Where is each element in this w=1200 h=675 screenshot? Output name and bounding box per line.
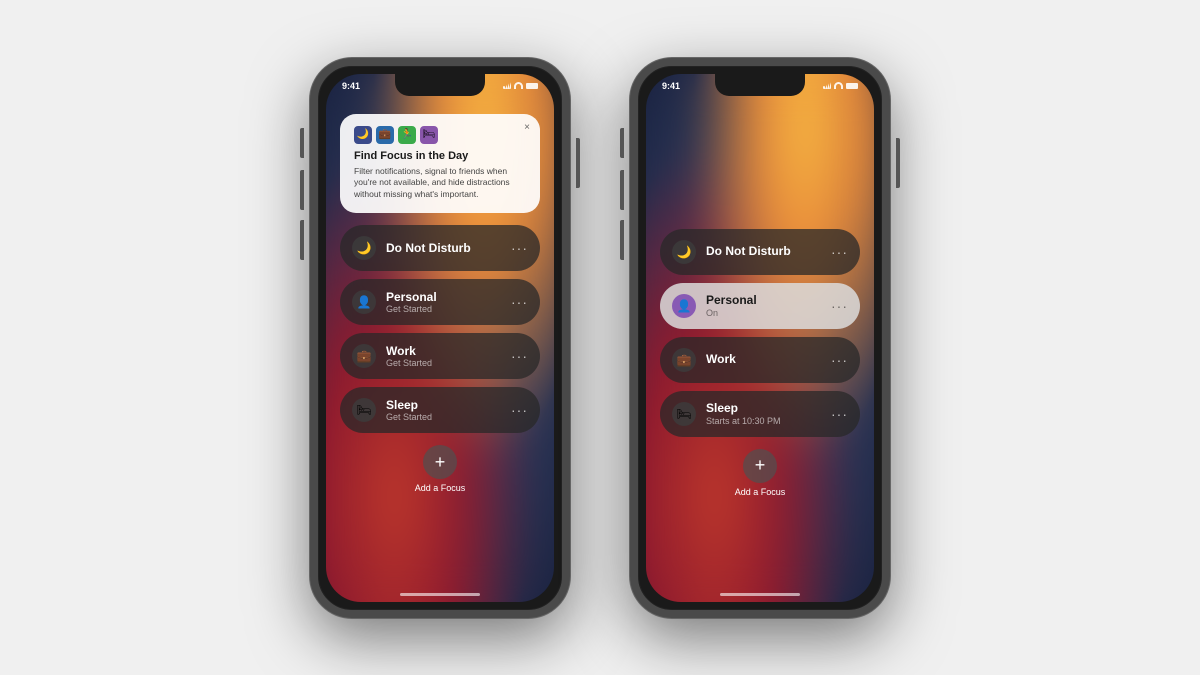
- volume-up-button: [300, 170, 304, 210]
- phone-frame-2: 9:41 🌙 Do Not Disturb ···: [630, 58, 890, 618]
- add-focus-2: + Add a Focus: [735, 449, 786, 497]
- tooltip-close-button[interactable]: ×: [524, 122, 530, 133]
- phone-screen-2: 9:41 🌙 Do Not Disturb ···: [646, 74, 874, 602]
- tooltip-icon-briefcase: 💼: [376, 126, 394, 144]
- focus-name-work-1: Work: [386, 344, 501, 358]
- focus-item-do-not-disturb-1[interactable]: 🌙 Do Not Disturb ···: [340, 225, 540, 271]
- focus-more-personal-1[interactable]: ···: [511, 294, 528, 310]
- power-button: [576, 138, 580, 188]
- battery-icon-1: [526, 83, 538, 89]
- focus-text-work-2: Work: [706, 352, 821, 366]
- focus-sub-work-1: Get Started: [386, 358, 501, 368]
- do-not-disturb-icon-2: 🌙: [672, 240, 696, 264]
- tooltip-description: Filter notifications, signal to friends …: [354, 166, 526, 202]
- focus-name-sleep-2: Sleep: [706, 401, 821, 415]
- screen-content-1: × 🌙 💼 🏃 🛏 Find Focus in the Day Filter n…: [326, 104, 554, 602]
- signal-icon-2: [823, 82, 831, 89]
- focus-sub-sleep-2: Starts at 10:30 PM: [706, 416, 821, 426]
- work-icon-1: 💼: [352, 344, 376, 368]
- sleep-icon-2: 🛏: [672, 402, 696, 426]
- screen-content-2: 🌙 Do Not Disturb ··· 👤 Personal On ··· �: [646, 104, 874, 602]
- power-button-2: [896, 138, 900, 188]
- focus-more-personal-2[interactable]: ···: [831, 298, 848, 314]
- add-focus-label-1: Add a Focus: [415, 483, 466, 493]
- focus-more-dnd-1[interactable]: ···: [511, 240, 528, 256]
- volume-up-button-2: [620, 170, 624, 210]
- volume-down-button: [300, 220, 304, 260]
- focus-text-personal-1: Personal Get Started: [386, 290, 501, 314]
- mute-button: [300, 128, 304, 158]
- focus-name-personal-2: Personal: [706, 293, 821, 307]
- personal-icon-2: 👤: [672, 294, 696, 318]
- focus-item-personal-1[interactable]: 👤 Personal Get Started ···: [340, 279, 540, 325]
- add-focus-button-2[interactable]: +: [743, 449, 777, 483]
- focus-item-personal-2[interactable]: 👤 Personal On ···: [660, 283, 860, 329]
- sleep-icon-1: 🛏: [352, 398, 376, 422]
- focus-name-work-2: Work: [706, 352, 821, 366]
- focus-name-personal-1: Personal: [386, 290, 501, 304]
- tooltip-icon-moon: 🌙: [354, 126, 372, 144]
- notch-2: [715, 74, 805, 96]
- personal-icon-1: 👤: [352, 290, 376, 314]
- focus-more-work-1[interactable]: ···: [511, 348, 528, 364]
- add-focus-label-2: Add a Focus: [735, 487, 786, 497]
- wifi-icon-2: [834, 82, 843, 89]
- focus-text-dnd-1: Do Not Disturb: [386, 241, 501, 255]
- focus-name-dnd-2: Do Not Disturb: [706, 244, 821, 258]
- status-icons-2: [823, 82, 858, 89]
- phone-1: 9:41 × 🌙 💼 🏃 🛏: [310, 58, 570, 618]
- focus-text-dnd-2: Do Not Disturb: [706, 244, 821, 258]
- tooltip-icon-figure: 🏃: [398, 126, 416, 144]
- focus-more-sleep-2[interactable]: ···: [831, 406, 848, 422]
- focus-sub-personal-1: Get Started: [386, 304, 501, 314]
- phone-frame-1: 9:41 × 🌙 💼 🏃 🛏: [310, 58, 570, 618]
- focus-text-work-1: Work Get Started: [386, 344, 501, 368]
- signal-icon-1: [503, 82, 511, 89]
- home-indicator-1: [400, 593, 480, 596]
- focus-sub-sleep-1: Get Started: [386, 412, 501, 422]
- focus-item-work-2[interactable]: 💼 Work ···: [660, 337, 860, 383]
- focus-text-sleep-1: Sleep Get Started: [386, 398, 501, 422]
- status-time-1: 9:41: [342, 81, 360, 91]
- focus-item-do-not-disturb-2[interactable]: 🌙 Do Not Disturb ···: [660, 229, 860, 275]
- status-icons-1: [503, 82, 538, 89]
- focus-more-dnd-2[interactable]: ···: [831, 244, 848, 260]
- focus-more-work-2[interactable]: ···: [831, 352, 848, 368]
- tooltip-card: × 🌙 💼 🏃 🛏 Find Focus in the Day Filter n…: [340, 114, 540, 214]
- focus-name-sleep-1: Sleep: [386, 398, 501, 412]
- do-not-disturb-icon-1: 🌙: [352, 236, 376, 260]
- volume-down-button-2: [620, 220, 624, 260]
- phone-screen-1: 9:41 × 🌙 💼 🏃 🛏: [326, 74, 554, 602]
- focus-item-work-1[interactable]: 💼 Work Get Started ···: [340, 333, 540, 379]
- home-indicator-2: [720, 593, 800, 596]
- tooltip-icons: 🌙 💼 🏃 🛏: [354, 126, 526, 144]
- status-time-2: 9:41: [662, 81, 680, 91]
- notch-1: [395, 74, 485, 96]
- work-icon-2: 💼: [672, 348, 696, 372]
- focus-name-dnd-1: Do Not Disturb: [386, 241, 501, 255]
- focus-more-sleep-1[interactable]: ···: [511, 402, 528, 418]
- mute-button-2: [620, 128, 624, 158]
- tooltip-icon-bed: 🛏: [420, 126, 438, 144]
- battery-icon-2: [846, 83, 858, 89]
- focus-text-sleep-2: Sleep Starts at 10:30 PM: [706, 401, 821, 425]
- phone-2: 9:41 🌙 Do Not Disturb ···: [630, 58, 890, 618]
- focus-item-sleep-1[interactable]: 🛏 Sleep Get Started ···: [340, 387, 540, 433]
- focus-text-personal-2: Personal On: [706, 293, 821, 317]
- add-focus-button-1[interactable]: +: [423, 445, 457, 479]
- wifi-icon-1: [514, 82, 523, 89]
- add-focus-1: + Add a Focus: [415, 445, 466, 493]
- focus-sub-personal-2: On: [706, 308, 821, 318]
- focus-item-sleep-2[interactable]: 🛏 Sleep Starts at 10:30 PM ···: [660, 391, 860, 437]
- tooltip-title: Find Focus in the Day: [354, 150, 526, 162]
